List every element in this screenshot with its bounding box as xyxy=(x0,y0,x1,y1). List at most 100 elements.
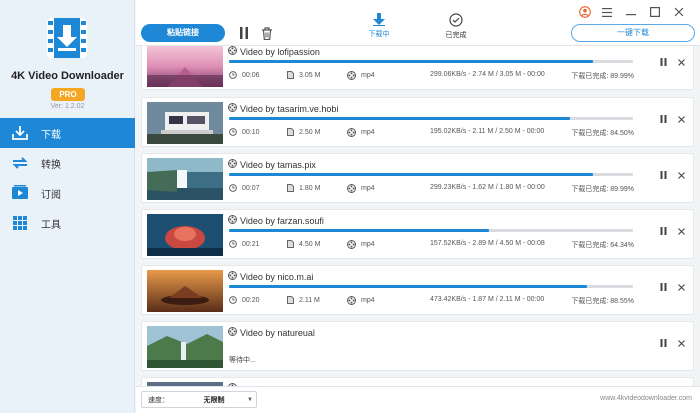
download-stats: 157.52KB/s - 2.89 M / 4.50 M - 00:08 xyxy=(430,240,545,247)
clock-icon xyxy=(229,296,237,304)
sidebar-item-subscribe[interactable]: 订阅 xyxy=(0,178,135,208)
film-reel-icon xyxy=(347,240,356,249)
download-percent-label: 下载已完成: xyxy=(571,298,609,305)
file-size-text: 2.11 M xyxy=(299,296,320,304)
trash-icon[interactable] xyxy=(259,24,275,42)
user-account-icon[interactable] xyxy=(578,5,592,19)
download-percent-value: 89.99% xyxy=(610,73,634,80)
film-icon xyxy=(228,215,237,226)
tab-downloading[interactable]: 下载中 xyxy=(359,13,399,39)
progress-fill xyxy=(229,60,593,63)
duration: 00:06 xyxy=(229,71,260,79)
pause-icon[interactable] xyxy=(657,281,669,293)
video-thumbnail xyxy=(147,270,223,312)
video-title: Video by nico.m.ai xyxy=(228,271,313,282)
tab-completed[interactable]: 已完成 xyxy=(436,13,476,40)
video-title: Video by tamas.pix xyxy=(228,159,316,170)
menu-icon[interactable] xyxy=(600,5,614,19)
close-window-icon[interactable] xyxy=(672,5,686,19)
download-stats: 195.02KB/s - 2.11 M / 2.50 M - 00:00 xyxy=(430,128,545,135)
sidebar-nav: 下载 转换 订阅 工具 xyxy=(0,118,135,238)
pause-icon[interactable] xyxy=(657,337,669,349)
speed-value: 无限制 xyxy=(203,396,225,404)
check-circle-icon xyxy=(449,13,463,29)
video-title-text: Video by nico.m.ai xyxy=(240,271,314,282)
file-size-text: 3.05 M xyxy=(299,71,321,79)
speed-limit-select[interactable]: 速度： 无限制 ▼ xyxy=(141,391,257,408)
clock-icon xyxy=(229,240,237,248)
close-icon[interactable] xyxy=(675,113,687,125)
video-title-text: Video by tasarim.ve.hobi xyxy=(240,103,339,114)
sidebar-item-convert[interactable]: 转换 xyxy=(0,148,135,178)
app-version: Ver: 1.2.02 xyxy=(50,103,85,110)
close-icon[interactable] xyxy=(675,337,687,349)
close-icon[interactable] xyxy=(675,281,687,293)
download-progress-bar xyxy=(229,60,633,63)
download-percent: 下载已完成: 88.55% xyxy=(571,296,634,306)
pause-all-icon[interactable] xyxy=(236,24,252,42)
download-progress-bar xyxy=(229,173,633,176)
clock-icon xyxy=(229,184,237,192)
one-click-download-button[interactable]: 一键下载 xyxy=(571,24,695,42)
file-format-text: mp4 xyxy=(361,72,375,79)
file-format-text: mp4 xyxy=(361,185,375,192)
duration: 00:20 xyxy=(229,296,260,304)
file-size-text: 2.50 M xyxy=(299,128,321,136)
close-icon[interactable] xyxy=(675,169,687,181)
maximize-icon[interactable] xyxy=(648,5,662,19)
video-title: Video by tasarim.ve.hobi xyxy=(228,103,338,114)
duration-text: 00:10 xyxy=(242,128,260,136)
duration: 00:21 xyxy=(229,240,260,248)
download-progress-bar xyxy=(229,229,633,232)
video-title-text: Video by farzan.soufi xyxy=(240,215,324,226)
convert-icon xyxy=(11,154,29,172)
video-thumbnail xyxy=(147,214,223,256)
download-percent: 下载已完成: 89.99% xyxy=(571,184,634,194)
download-percent-label: 下载已完成: xyxy=(571,242,609,249)
duration-text: 00:07 xyxy=(242,184,260,192)
video-thumbnail xyxy=(147,46,223,87)
file-format-text: mp4 xyxy=(361,297,375,304)
list-item[interactable]: Video by tamas.pix 00:07 1.80 M mp4 299.… xyxy=(141,153,694,203)
list-item[interactable]: Video by lofipassion 00:06 3.05 M mp4 29… xyxy=(141,46,694,90)
app-name: 4K Video Downloader xyxy=(11,70,124,82)
download-percent: 下载已完成: 89.99% xyxy=(571,71,634,81)
film-icon xyxy=(228,103,237,114)
list-item[interactable]: Video by tasarim.ve.hobi 00:10 2.50 M mp… xyxy=(141,97,694,147)
clock-icon xyxy=(229,71,237,79)
file-size: 4.50 M xyxy=(287,240,320,248)
list-item[interactable]: Video by natureual 等待中... xyxy=(141,321,694,371)
chevron-down-icon: ▼ xyxy=(247,396,253,403)
pause-icon[interactable] xyxy=(657,56,669,68)
download-percent-value: 88.55% xyxy=(610,298,634,305)
progress-fill xyxy=(229,117,571,120)
film-icon xyxy=(228,327,237,338)
download-percent-label: 下载已完成: xyxy=(571,130,609,137)
paste-link-button[interactable]: 粘贴链接 xyxy=(141,24,225,42)
duration-text: 00:20 xyxy=(242,296,260,304)
sidebar-item-tools[interactable]: 工具 xyxy=(0,208,135,238)
website-link[interactable]: www.4kvideodownloader.com xyxy=(600,395,692,402)
video-title: Video by lofipassion xyxy=(228,46,320,57)
pause-icon[interactable] xyxy=(657,225,669,237)
film-reel-icon xyxy=(347,128,356,137)
tab-completed-label: 已完成 xyxy=(445,32,467,39)
list-item[interactable]: Video by nico.m.ai 00:20 2.11 M mp4 473.… xyxy=(141,265,694,315)
file-size: 1.80 M xyxy=(287,184,320,192)
status-waiting: 等待中... xyxy=(229,357,256,364)
close-icon[interactable] xyxy=(675,225,687,237)
download-progress-bar xyxy=(229,117,633,120)
file-format-text: mp4 xyxy=(361,129,375,136)
list-item[interactable]: Video by farzan.soufi 00:21 4.50 M mp4 1… xyxy=(141,209,694,259)
pause-icon[interactable] xyxy=(657,113,669,125)
video-thumbnail xyxy=(147,158,223,200)
progress-fill xyxy=(229,229,489,232)
pause-icon[interactable] xyxy=(657,169,669,181)
sidebar-item-download[interactable]: 下载 xyxy=(0,118,135,148)
minimize-icon[interactable] xyxy=(624,5,638,19)
list-item[interactable] xyxy=(141,377,694,386)
top-toolbar: 粘贴链接 下载中 已完成 一键下载 xyxy=(136,0,700,46)
download-stats: 299.23KB/s - 1.62 M / 1.80 M - 00:00 xyxy=(430,184,545,191)
file-icon xyxy=(287,184,294,192)
close-icon[interactable] xyxy=(675,56,687,68)
